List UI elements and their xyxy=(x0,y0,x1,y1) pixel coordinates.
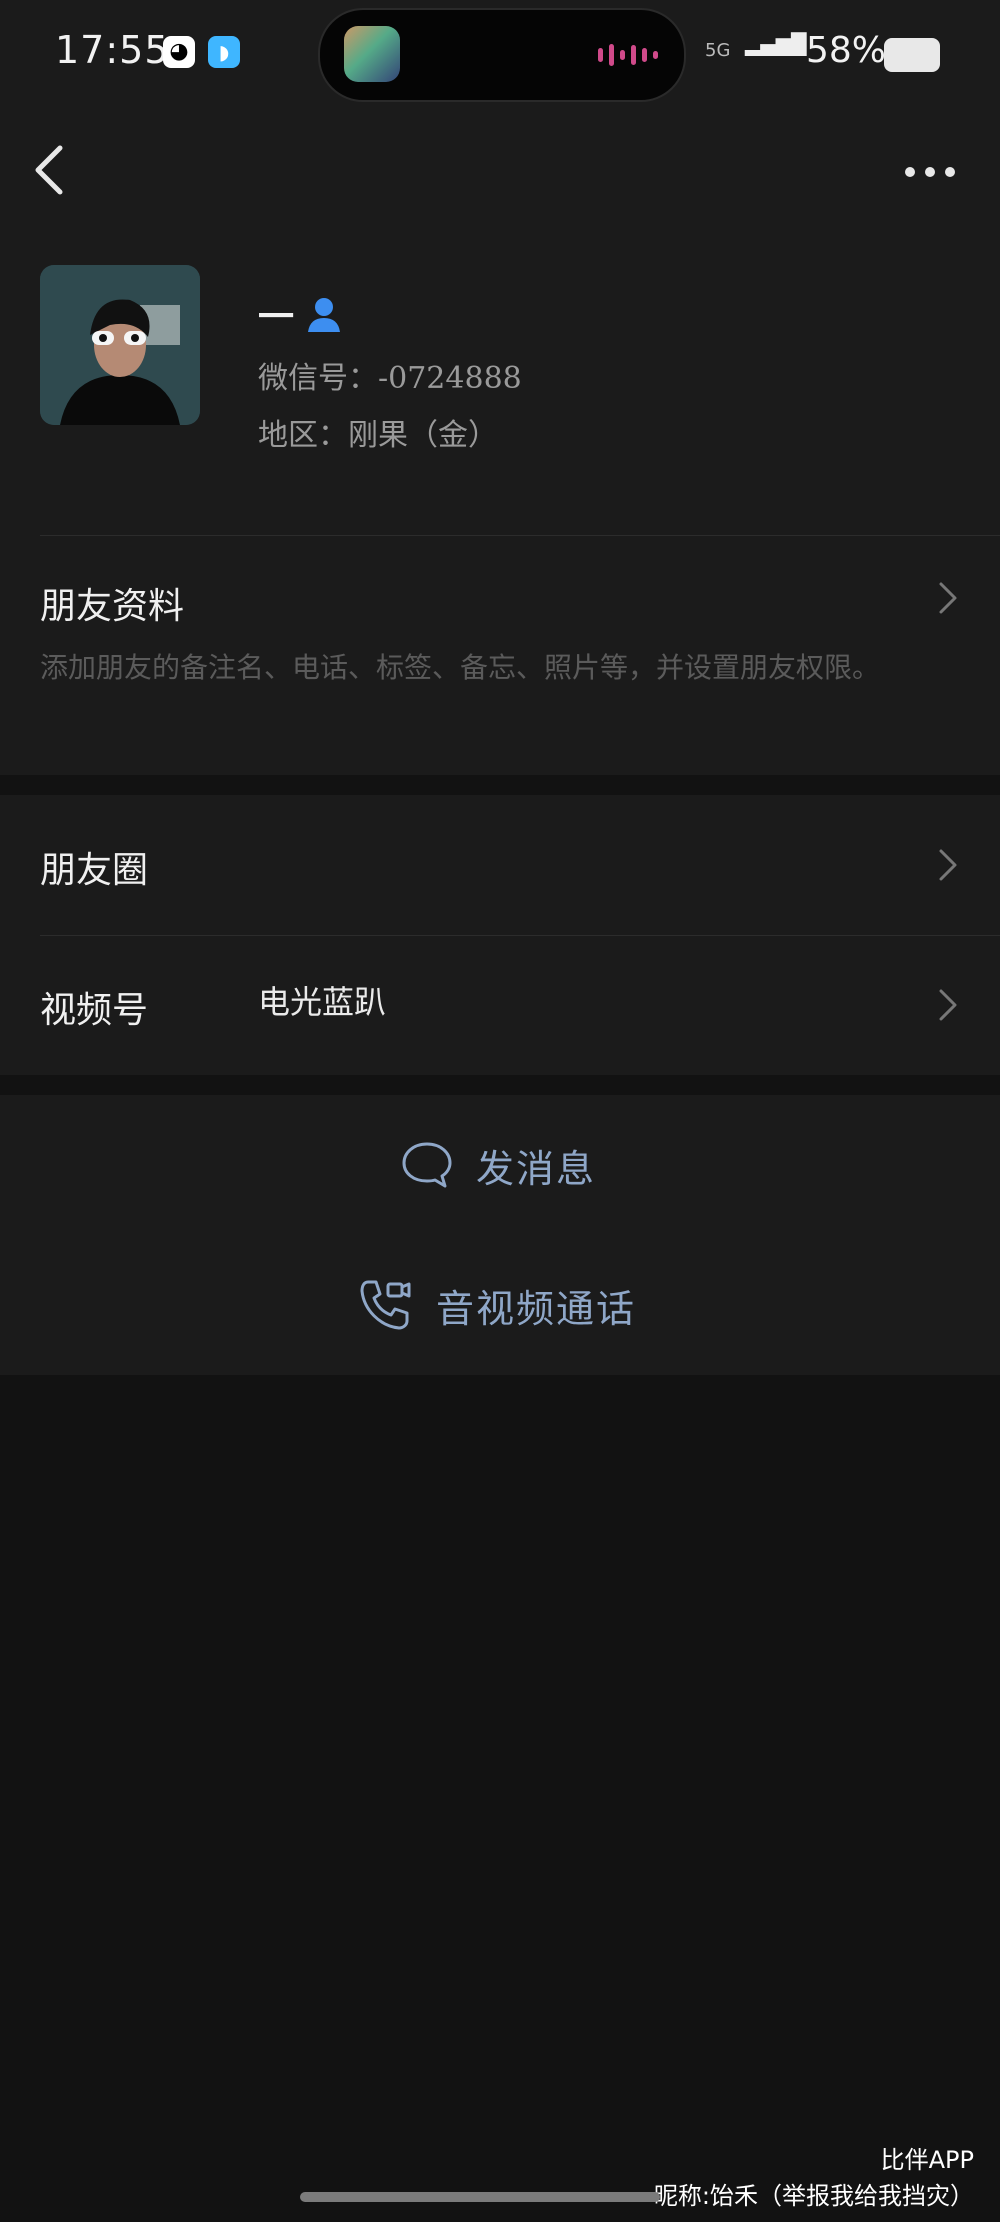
divider xyxy=(40,935,1000,936)
home-indicator[interactable] xyxy=(300,2192,660,2202)
watermark-nickname: 昵称:饴禾（举报我给我挡灾） xyxy=(653,2182,974,2210)
wechat-id: 微信号：-0724888 xyxy=(258,361,522,396)
chevron-right-icon xyxy=(939,989,957,1021)
status-time: 17:55 xyxy=(55,28,170,72)
profile-name: 一 xyxy=(258,297,295,338)
signal-icon: ▂▄▆█ xyxy=(745,32,807,56)
dynamic-island[interactable] xyxy=(318,8,686,102)
friend-info-row[interactable]: 朋友资料 添加朋友的备注名、电话、标签、备忘、照片等，并设置朋友权限。 xyxy=(0,535,1000,775)
section-gap xyxy=(0,775,1000,795)
qq-penguin-icon: ◕ xyxy=(163,36,195,68)
profile-card: 一 微信号：-0724888 地区：刚果（金） xyxy=(0,220,1000,535)
battery-icon xyxy=(884,38,940,72)
channels-row[interactable]: 视频号 电光蓝趴 xyxy=(0,935,1000,1075)
bird-app-icon: ◗ xyxy=(208,36,240,68)
phone-video-icon xyxy=(360,1280,411,1330)
name-row: 一 xyxy=(258,288,344,340)
av-call-button[interactable]: 音视频通话 xyxy=(0,1235,1000,1375)
battery-percent: 58% xyxy=(806,30,887,71)
av-call-content: 音视频通话 xyxy=(356,1235,636,1375)
moments-title: 朋友圈 xyxy=(40,850,149,891)
av-call-label: 音视频通话 xyxy=(436,1286,637,1331)
chevron-right-icon xyxy=(939,849,957,881)
channels-title: 视频号 xyxy=(40,990,149,1031)
person-icon xyxy=(308,298,341,332)
watermark-app: 比伴APP xyxy=(880,2146,974,2174)
chevron-right-icon xyxy=(939,582,957,614)
channels-value: 电光蓝趴 xyxy=(258,983,387,1021)
avatar-image xyxy=(40,265,200,425)
friend-info-description: 添加朋友的备注名、电话、标签、备忘、照片等，并设置朋友权限。 xyxy=(40,651,881,684)
friend-info-title: 朋友资料 xyxy=(40,586,185,627)
section-gap xyxy=(0,1075,1000,1095)
network-type: 5G xyxy=(705,40,731,61)
chevron-left-icon[interactable] xyxy=(26,140,76,200)
send-message-label: 发消息 xyxy=(476,1146,597,1191)
avatar[interactable] xyxy=(40,265,200,425)
chat-bubble-icon xyxy=(402,1142,452,1188)
send-message-button[interactable]: 发消息 xyxy=(0,1095,1000,1235)
region: 地区：刚果（金） xyxy=(258,418,498,453)
status-bar: 17:55 ◕ ◗ 5G ▂▄▆█ 58% xyxy=(0,0,1000,110)
divider xyxy=(40,535,1000,536)
audio-wave-icon xyxy=(598,44,658,66)
send-message-content: 发消息 xyxy=(400,1095,596,1235)
moments-row[interactable]: 朋友圈 xyxy=(0,795,1000,935)
more-dots-icon[interactable] xyxy=(900,152,960,192)
music-cover-icon xyxy=(344,26,400,82)
